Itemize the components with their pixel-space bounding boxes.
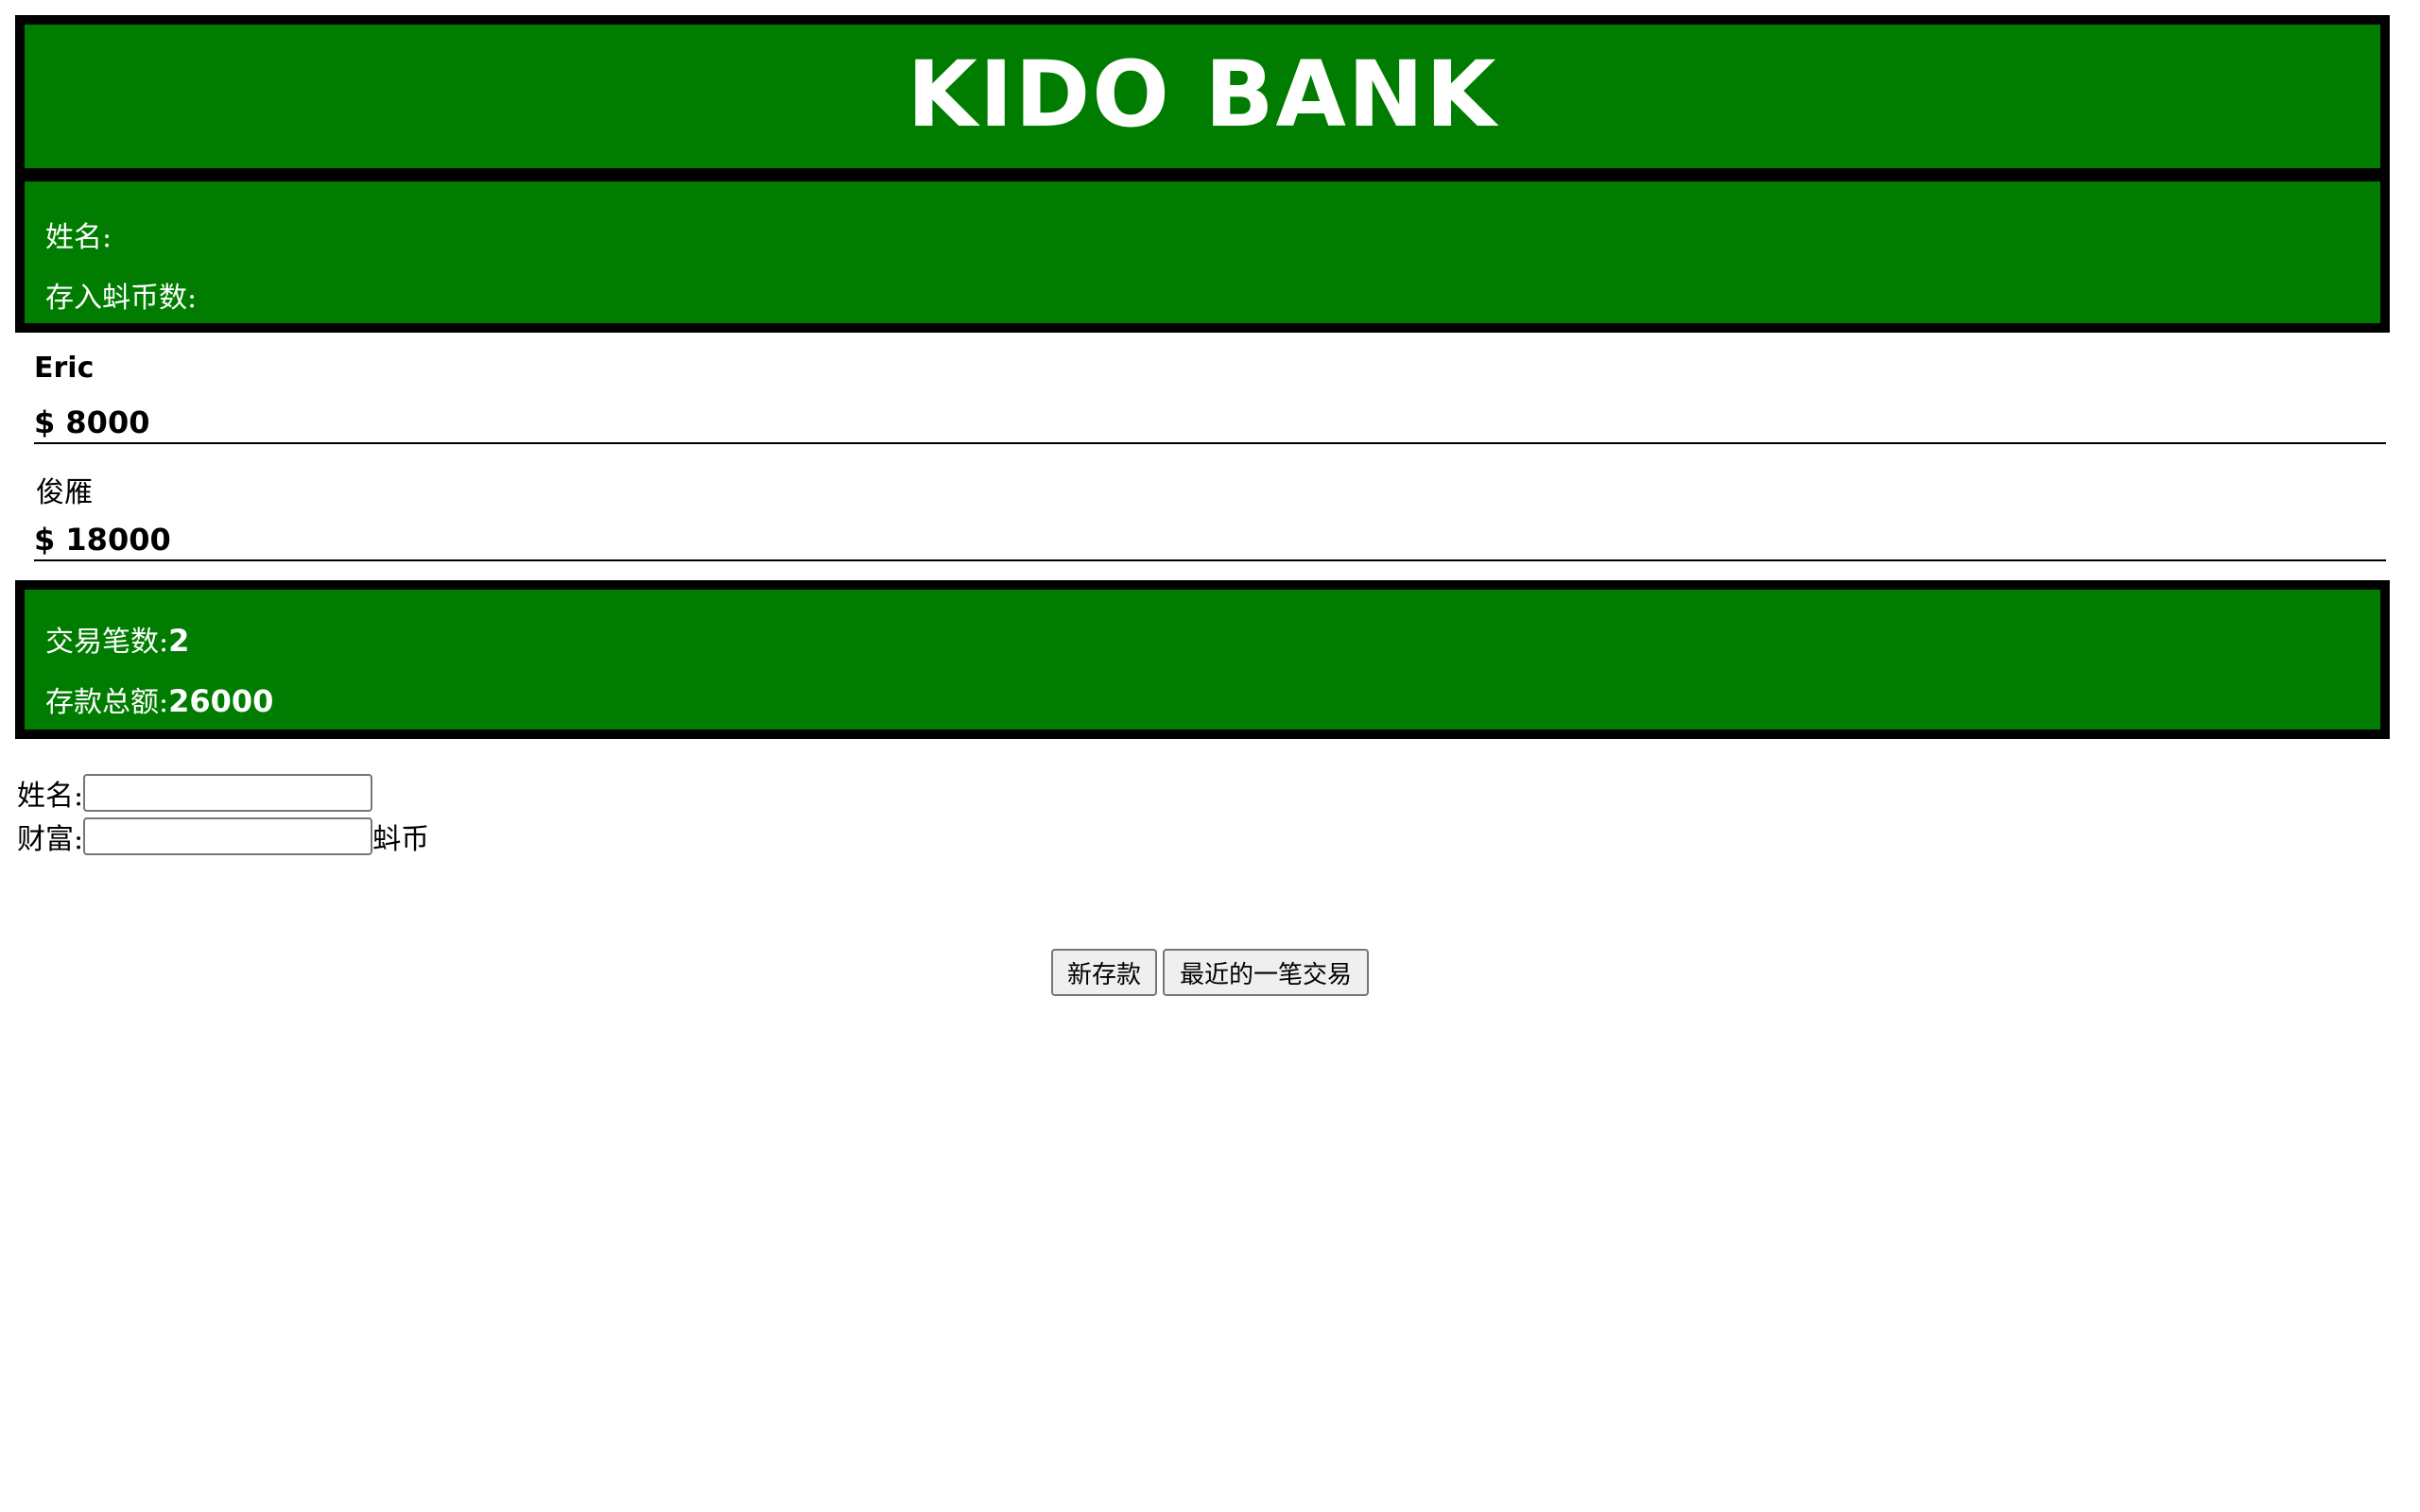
latest-transaction-button[interactable]: 最近的一笔交易 (1163, 949, 1369, 996)
wealth-input[interactable] (83, 817, 373, 855)
name-input[interactable] (83, 774, 373, 812)
entry-name: Eric (34, 352, 95, 385)
entry-amount: $ 8000 (34, 404, 150, 440)
new-deposit-button[interactable]: 新存款 (1051, 949, 1157, 996)
entry-amount: $ 18000 (34, 522, 171, 558)
wealth-row: 财富: 蚪币 (17, 815, 429, 858)
transaction-count-value: 2 (168, 623, 190, 659)
labels-panel: 姓名: 存入蚪币数: (15, 172, 2390, 333)
deposit-list: Eric $ 8000 俊雁 $ 18000 (34, 350, 2386, 584)
deposit-total: 存款总额:26000 (45, 679, 273, 720)
entry-name: 俊雁 (36, 476, 93, 509)
form-wealth-label: 财富: (17, 823, 84, 856)
deposit-label: 存入蚪币数: (45, 282, 198, 315)
transaction-count: 交易笔数:2 (45, 618, 189, 660)
transaction-count-label: 交易笔数: (45, 626, 169, 659)
deposit-total-label: 存款总额: (45, 686, 169, 719)
bank-title: KIDO BANK (907, 42, 1498, 147)
page: KIDO BANK 姓名: 存入蚪币数: Eric $ 8000 俊雁 $ 18… (0, 0, 2420, 1512)
name-row: 姓名: (17, 771, 429, 815)
list-item: 俊雁 $ 18000 (34, 467, 2386, 584)
summary-panel: 交易笔数:2 存款总额:26000 (15, 580, 2390, 739)
list-item: Eric $ 8000 (34, 350, 2386, 467)
deposit-total-value: 26000 (168, 683, 274, 719)
action-buttons: 新存款 最近的一笔交易 (1051, 949, 1369, 996)
form-name-label: 姓名: (17, 780, 84, 813)
name-label: 姓名: (45, 221, 112, 254)
header-panel: KIDO BANK (15, 15, 2390, 178)
currency-unit: 蚪币 (372, 823, 430, 856)
divider (34, 442, 2386, 444)
deposit-form: 姓名: 财富: 蚪币 (17, 771, 429, 858)
divider (34, 559, 2386, 561)
